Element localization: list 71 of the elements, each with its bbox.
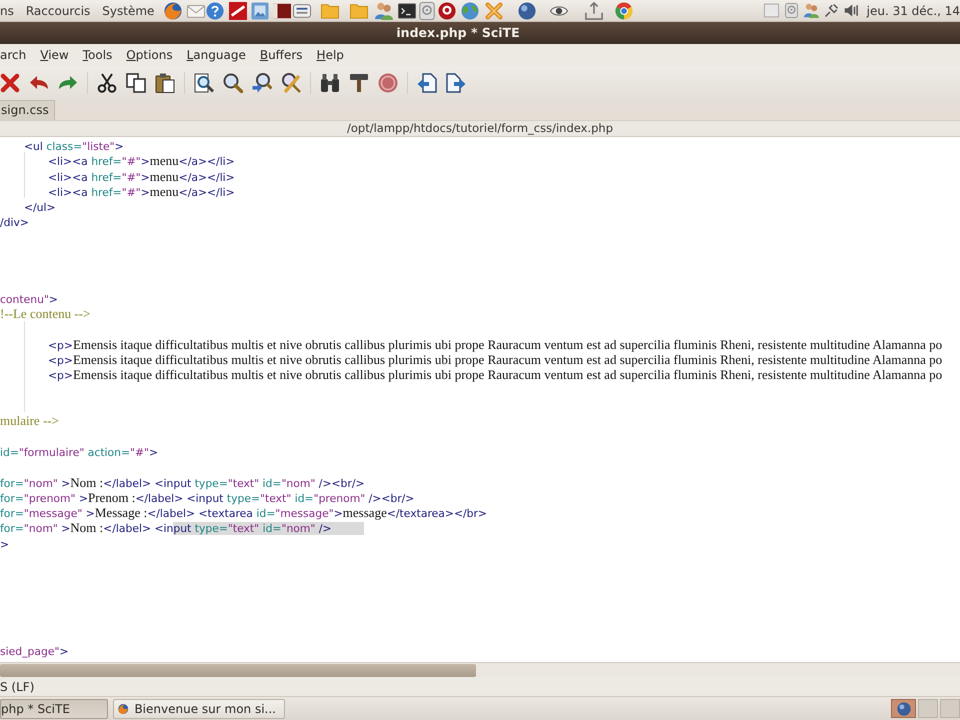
picture-icon[interactable] [251,2,270,20]
speaker-icon[interactable] [844,3,859,18]
code-line: for="prenom" >Prenom :</label> <input type="text" id="prenom" /><br/> [0,490,414,506]
code-line: <li><a href="#">menu</a></li> [48,184,235,200]
magnifier-pencil-icon[interactable] [281,73,301,93]
panel-menu[interactable]: Raccourcis [26,2,90,20]
code-line: <p>Emensis itaque difficultatibus multis et nive obrutis callibus plurimis ubi prope Rauracum ventum est ad supercilia fluminis Rheni, resistente multitudine Alamanna po [48,367,942,384]
workspace-tile[interactable] [891,699,916,718]
people-icon[interactable] [375,2,394,20]
clipboard-icon[interactable] [155,73,175,93]
menu-item[interactable]: Help [316,46,344,64]
sphere-icon [896,702,910,716]
binoculars-icon[interactable] [320,73,340,93]
code-line: mulaire --> [0,413,59,430]
workspace-tile[interactable] [918,699,938,718]
globe-icon [118,702,128,716]
menu-item[interactable]: Buffers [260,46,303,64]
code-line: </ul> [24,200,56,216]
taskbar-button[interactable]: Bienvenue sur mon si... [113,698,285,718]
code-line: for="message" >Message :</label> <textarea id="message">message</textarea></br> [0,505,487,522]
code-line: /div> [0,215,29,231]
code-line: contenu"> [0,292,58,308]
file-tab[interactable]: sign.css [0,100,55,120]
scissors-icon[interactable] [97,73,117,93]
globe-icon[interactable] [461,2,480,20]
code-line: > [0,536,10,552]
code-line: sied_page"> [0,644,68,660]
code-line: <p>Emensis itaque difficultatibus multis et nive obrutis callibus plurimis ubi prope Rauracum ventum est ad supercilia fluminis Rheni, resistente multitudine Alamanna po [48,352,942,368]
search-icon[interactable] [223,73,243,93]
code-line: <li><a href="#">menu</a></li> [48,168,235,185]
magnifier-arrow-icon[interactable] [252,73,272,93]
code-line: id="formulaire" action="#"> [0,444,158,460]
page-left-arrow-icon[interactable] [417,73,437,93]
panel-menu[interactable]: ns [0,2,14,20]
status-text: S (LF) [0,678,34,696]
menu-item[interactable]: arch [0,46,26,64]
globe-icon[interactable] [164,2,182,20]
help-icon[interactable] [206,2,224,20]
file-path: /opt/lampp/htdocs/tutoriel/form_css/index.php [347,120,613,137]
copy-icon[interactable] [126,73,146,93]
menu-item[interactable]: Language [186,46,246,64]
code-line: for="nom" >Nom :</label> <input type="text" id="nom" /><br/> [0,474,365,491]
tray-arrow-icon[interactable] [585,2,604,20]
terminal-icon[interactable] [398,2,416,20]
close-icon[interactable] [0,73,20,93]
ring-icon[interactable] [438,2,456,20]
code-line: !--Le contenu --> [0,306,90,323]
menu-item[interactable]: Options [126,46,173,64]
app-tile-icon[interactable] [229,2,248,20]
code-line: for="nom" >Nom :</label> <input type="text" id="nom" /> [0,520,364,537]
sphere-icon[interactable] [518,2,536,20]
taskbar-button[interactable]: php * SciTE [0,698,108,718]
people-icon[interactable] [804,3,819,18]
workspace-tile[interactable] [940,699,960,718]
scrollbar-thumb[interactable] [0,664,476,677]
hammer-icon[interactable] [349,73,369,93]
code-line: <ul class="liste"> [24,139,124,154]
clock[interactable]: jeu. 31 déc., 14 [866,2,960,20]
plug-icon[interactable] [824,3,839,18]
code-line: <li><a href="#">menu</a></li> [48,153,235,170]
menu-item[interactable]: Tools [82,46,112,64]
code-line: <p>Emensis itaque difficultatibus multis et nive obrutis callibus plurimis ubi prope Rauracum ventum est ad supercilia fluminis Rheni, resistente multitudine Alamanna po [48,336,942,354]
menu-item[interactable]: View [40,46,69,64]
device-icon[interactable] [293,2,312,20]
stop-icon[interactable] [378,73,398,93]
panel-menu[interactable]: Système [102,2,154,20]
window-title: index.php * SciTE [396,24,520,42]
round-logo-icon[interactable] [615,2,634,20]
page-right-arrow-icon[interactable] [446,73,466,93]
page-magnifier-icon[interactable] [194,73,214,93]
book-icon[interactable] [273,2,292,20]
